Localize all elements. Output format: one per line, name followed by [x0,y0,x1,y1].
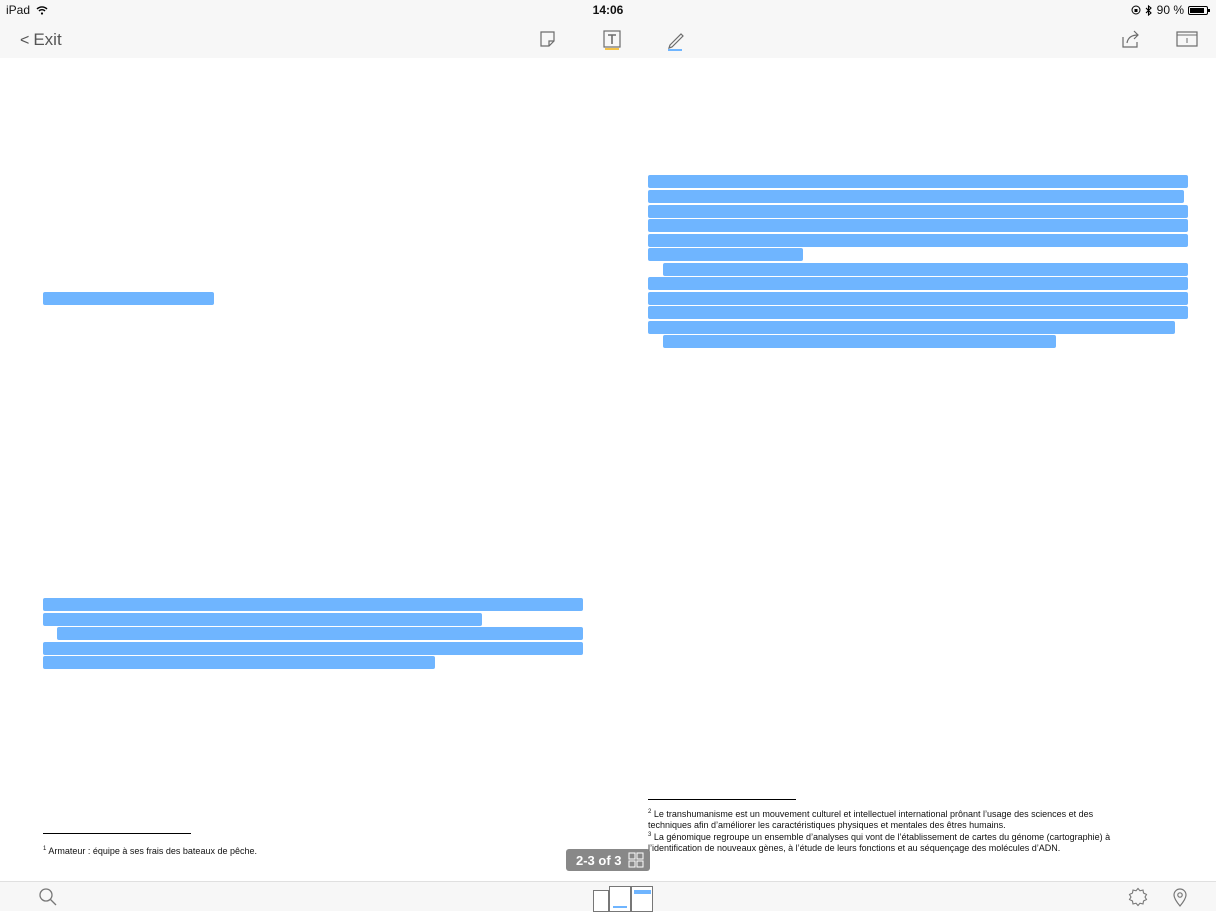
page-spread[interactable]: 1 Armateur : équipe à ses frais des bate… [0,58,1216,881]
bluetooth-icon [1145,4,1152,16]
bottom-toolbar [0,881,1216,912]
share-icon[interactable] [1120,29,1140,49]
right-page-highlight[interactable] [648,234,1188,247]
right-page-highlight[interactable] [648,205,1188,218]
right-page-highlight[interactable] [648,277,1188,290]
right-page-highlight[interactable] [663,263,1188,276]
left-page-highlight[interactable] [43,613,482,626]
exit-button[interactable]: < Exit [20,30,62,50]
exit-label: Exit [33,30,62,49]
footnote-2: 2 Le transhumanisme est un mouvement cul… [648,807,1193,831]
footnote-text: La génomique regroupe un ensemble d’anal… [653,832,1111,842]
footnote-rule-left [43,833,191,834]
footnote-3-line1: 3 La génomique regroupe un ensemble d’an… [648,830,1193,843]
page-indicator[interactable]: 2-3 of 3 [566,849,650,871]
orientation-lock-icon [1131,5,1141,15]
left-page-highlight[interactable] [57,627,583,640]
thumbnail-page-1[interactable] [593,890,609,912]
grid-view-icon[interactable] [628,852,644,868]
thumbnail-page-2[interactable] [609,886,631,912]
page-thumbnails[interactable] [593,886,653,912]
right-page-highlight[interactable] [648,292,1188,305]
right-page-highlight[interactable] [648,219,1188,232]
footnote-number: 1 [43,846,47,852]
text-tool-icon[interactable] [602,29,622,50]
right-page-highlight[interactable] [648,190,1184,203]
footnote-text: l’identification de nouveaux gènes, à l’… [648,843,1061,853]
search-icon[interactable] [38,887,58,907]
left-page-highlight[interactable] [43,656,435,669]
left-page-highlight[interactable] [43,598,583,611]
footnote-number: 3 [648,832,652,838]
battery-icon [1188,5,1210,15]
right-page-highlight[interactable] [648,175,1188,188]
right-page-highlight[interactable] [648,306,1188,319]
thumbnail-page-3[interactable] [631,886,653,912]
chevron-left-icon: < [20,32,30,49]
footnote-number: 2 [648,809,652,815]
location-pin-icon[interactable] [1170,887,1190,907]
status-bar: iPad 14:06 90 % [0,0,1216,20]
reader-mode-icon[interactable] [1176,29,1198,49]
footnote-rule-right [648,799,796,800]
settings-icon[interactable] [1128,887,1148,907]
right-page-highlight[interactable] [648,248,803,261]
status-time: 14:06 [592,3,624,17]
footnote-text: Le transhumanisme est un mouvement cultu… [653,809,1094,819]
status-right: 90 % [1131,3,1210,17]
footnote-text: Armateur : équipe à ses frais des bateau… [48,846,257,856]
thumbnail-highlight [634,890,651,894]
left-page-highlight[interactable] [43,292,214,305]
pen-icon[interactable] [666,29,686,51]
page-count: 2-3 of 3 [576,852,622,868]
footnote-2-line1: 2 Le transhumanisme est un mouvement cul… [648,807,1193,820]
footnote-1: 1 Armateur : équipe à ses frais des bate… [43,844,583,857]
battery-fill [1190,7,1204,13]
thumbnail-highlight [613,906,627,908]
left-page-highlight[interactable] [43,642,583,655]
footnote-3: 3 La génomique regroupe un ensemble d’an… [648,830,1193,854]
right-page-highlight[interactable] [648,321,1175,334]
right-page-highlight[interactable] [663,335,1056,348]
battery-percent: 90 % [1156,3,1184,17]
top-toolbar: < Exit [0,20,1216,58]
note-icon[interactable] [538,29,558,49]
